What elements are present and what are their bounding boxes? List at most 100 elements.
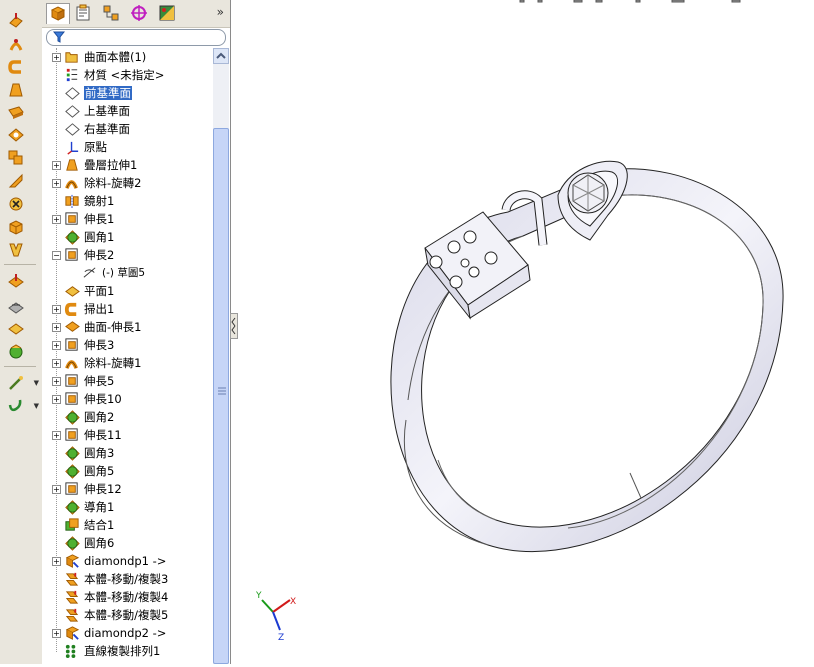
- tree-item[interactable]: 圓角2: [42, 408, 212, 426]
- extrude-icon: [65, 428, 78, 441]
- lofted-boss-icon[interactable]: [3, 80, 29, 100]
- display-manager-tab[interactable]: [156, 3, 178, 23]
- heads-up-toolbar-fragment: [519, 0, 741, 3]
- linear-pattern-icon[interactable]: [3, 148, 29, 168]
- tree-item[interactable]: + 伸長3: [42, 336, 212, 354]
- extruded-boss-icon[interactable]: [3, 10, 29, 30]
- tree-item-label: 本體-移動/複製5: [84, 608, 169, 622]
- dimxpert-tab[interactable]: [128, 3, 150, 23]
- scroll-up-button[interactable]: [213, 48, 229, 64]
- tree-item[interactable]: 前基準面: [42, 84, 212, 102]
- expand-toggle[interactable]: +: [52, 377, 61, 386]
- chamfer-icon: [65, 500, 80, 515]
- instant3d-icon[interactable]: [3, 342, 29, 362]
- collapse-toggle[interactable]: −: [52, 251, 61, 260]
- feature-manager-panel: » + 曲面本體(1) 材質 <未指定> 前基準面 上基準面 右基準面 原點 + 疊層拉伸1 + 除…: [42, 0, 231, 664]
- expand-toggle[interactable]: +: [52, 215, 61, 224]
- tree-item-label: 圓角2: [84, 410, 115, 424]
- tree-item[interactable]: + 曲面本體(1): [42, 48, 212, 66]
- tree-item[interactable]: (-) 草圖5: [42, 264, 212, 282]
- tree-item-label: 右基準面: [84, 122, 130, 136]
- tree-item[interactable]: 右基準面: [42, 120, 212, 138]
- tree-item[interactable]: 本體-移動/複製3: [42, 570, 212, 588]
- tree-item[interactable]: + 伸長5: [42, 372, 212, 390]
- plane-icon: [65, 123, 80, 136]
- tree-item[interactable]: + 除料-旋轉2: [42, 174, 212, 192]
- expand-toggle[interactable]: +: [52, 557, 61, 566]
- fillet-icon: [65, 464, 80, 479]
- panel-splitter[interactable]: [230, 313, 238, 339]
- tree-item-label: 原點: [84, 140, 107, 154]
- expand-toggle[interactable]: +: [52, 629, 61, 638]
- graphics-viewport[interactable]: Y X Z: [238, 0, 814, 664]
- expand-toggle[interactable]: +: [52, 305, 61, 314]
- tree-item[interactable]: 鏡射1: [42, 192, 212, 210]
- tree-item[interactable]: + 掃出1: [42, 300, 212, 318]
- tree-item[interactable]: 上基準面: [42, 102, 212, 120]
- tree-item[interactable]: 結合1: [42, 516, 212, 534]
- expand-toggle[interactable]: +: [52, 53, 61, 62]
- surface-icon[interactable]: [3, 319, 29, 339]
- expand-toggle[interactable]: +: [52, 359, 61, 368]
- tree-item[interactable]: 平面1: [42, 282, 212, 300]
- tree-item[interactable]: 圓角6: [42, 534, 212, 552]
- expand-toggle[interactable]: +: [52, 323, 61, 332]
- tree-item[interactable]: 本體-移動/複製5: [42, 606, 212, 624]
- tree-item-label: (-) 草圖5: [102, 267, 145, 279]
- expand-toggle[interactable]: +: [52, 341, 61, 350]
- tree-item[interactable]: − 伸長2: [42, 246, 212, 264]
- configurationmanager-tab[interactable]: [100, 3, 122, 23]
- extrude-icon: [65, 338, 78, 351]
- tree-item[interactable]: + 伸長1: [42, 210, 212, 228]
- expand-toggle[interactable]: +: [52, 395, 61, 404]
- tree-item[interactable]: 圓角5: [42, 462, 212, 480]
- spline-icon[interactable]: ▼: [3, 396, 39, 416]
- model-view: Y X Z: [255, 0, 784, 643]
- tree-item[interactable]: 原點: [42, 138, 212, 156]
- curves-icon[interactable]: ▼: [3, 373, 39, 393]
- featuremanager-tab[interactable]: [46, 3, 70, 24]
- tree-item[interactable]: + diamondp2 ->: [42, 624, 212, 642]
- tree-item-label: 伸長11: [84, 428, 122, 442]
- features-command-toolbar: ▼ ▼: [0, 0, 43, 664]
- tree-item[interactable]: + diamondp1 ->: [42, 552, 212, 570]
- tree-item[interactable]: 導角1: [42, 498, 212, 516]
- material-icon: [66, 68, 78, 82]
- plane-ref-icon[interactable]: [3, 296, 29, 316]
- move-copy-body-icon: [65, 608, 79, 622]
- chevron-up-icon: [216, 52, 226, 59]
- tree-item[interactable]: 材質 <未指定>: [42, 66, 212, 84]
- tree-scrollbar[interactable]: [213, 48, 229, 664]
- expand-toggle[interactable]: +: [52, 179, 61, 188]
- expand-toggle[interactable]: +: [52, 485, 61, 494]
- tree-item[interactable]: 圓角3: [42, 444, 212, 462]
- reference-geometry-icon[interactable]: [3, 272, 29, 292]
- tree-item[interactable]: + 伸長11: [42, 426, 212, 444]
- extrude-icon: [65, 392, 78, 405]
- tree-item[interactable]: + 疊層拉伸1: [42, 156, 212, 174]
- expand-toggle[interactable]: +: [52, 161, 61, 170]
- rib-icon[interactable]: [3, 171, 29, 191]
- wrap-icon[interactable]: [3, 240, 29, 260]
- tree-item[interactable]: 圓角1: [42, 228, 212, 246]
- propertymanager-tab[interactable]: [72, 3, 94, 23]
- tree-item[interactable]: + 曲面-伸長1: [42, 318, 212, 336]
- revolved-boss-icon[interactable]: [3, 35, 29, 55]
- extruded-cut-icon[interactable]: [3, 103, 29, 123]
- display-manager-icon: [159, 5, 175, 21]
- tree-item[interactable]: 直線複製排列1: [42, 642, 212, 660]
- shell-icon[interactable]: [3, 217, 29, 237]
- scroll-thumb[interactable]: [213, 128, 229, 664]
- fillet-icon[interactable]: [3, 125, 29, 145]
- tree-item[interactable]: + 伸長12: [42, 480, 212, 498]
- tree-item[interactable]: + 伸長10: [42, 390, 212, 408]
- expand-toggle[interactable]: +: [52, 431, 61, 440]
- tree-item[interactable]: + 除料-旋轉1: [42, 354, 212, 372]
- tree-filter-input[interactable]: [46, 29, 226, 46]
- feature-tree: + 曲面本體(1) 材質 <未指定> 前基準面 上基準面 右基準面 原點 + 疊層拉伸1 + 除料-…: [42, 48, 212, 664]
- swept-boss-icon[interactable]: [3, 57, 29, 77]
- tree-item-label: 鏡射1: [84, 194, 115, 208]
- more-tabs-button[interactable]: »: [217, 5, 224, 19]
- tree-item[interactable]: 本體-移動/複製4: [42, 588, 212, 606]
- draft-icon[interactable]: [3, 194, 29, 214]
